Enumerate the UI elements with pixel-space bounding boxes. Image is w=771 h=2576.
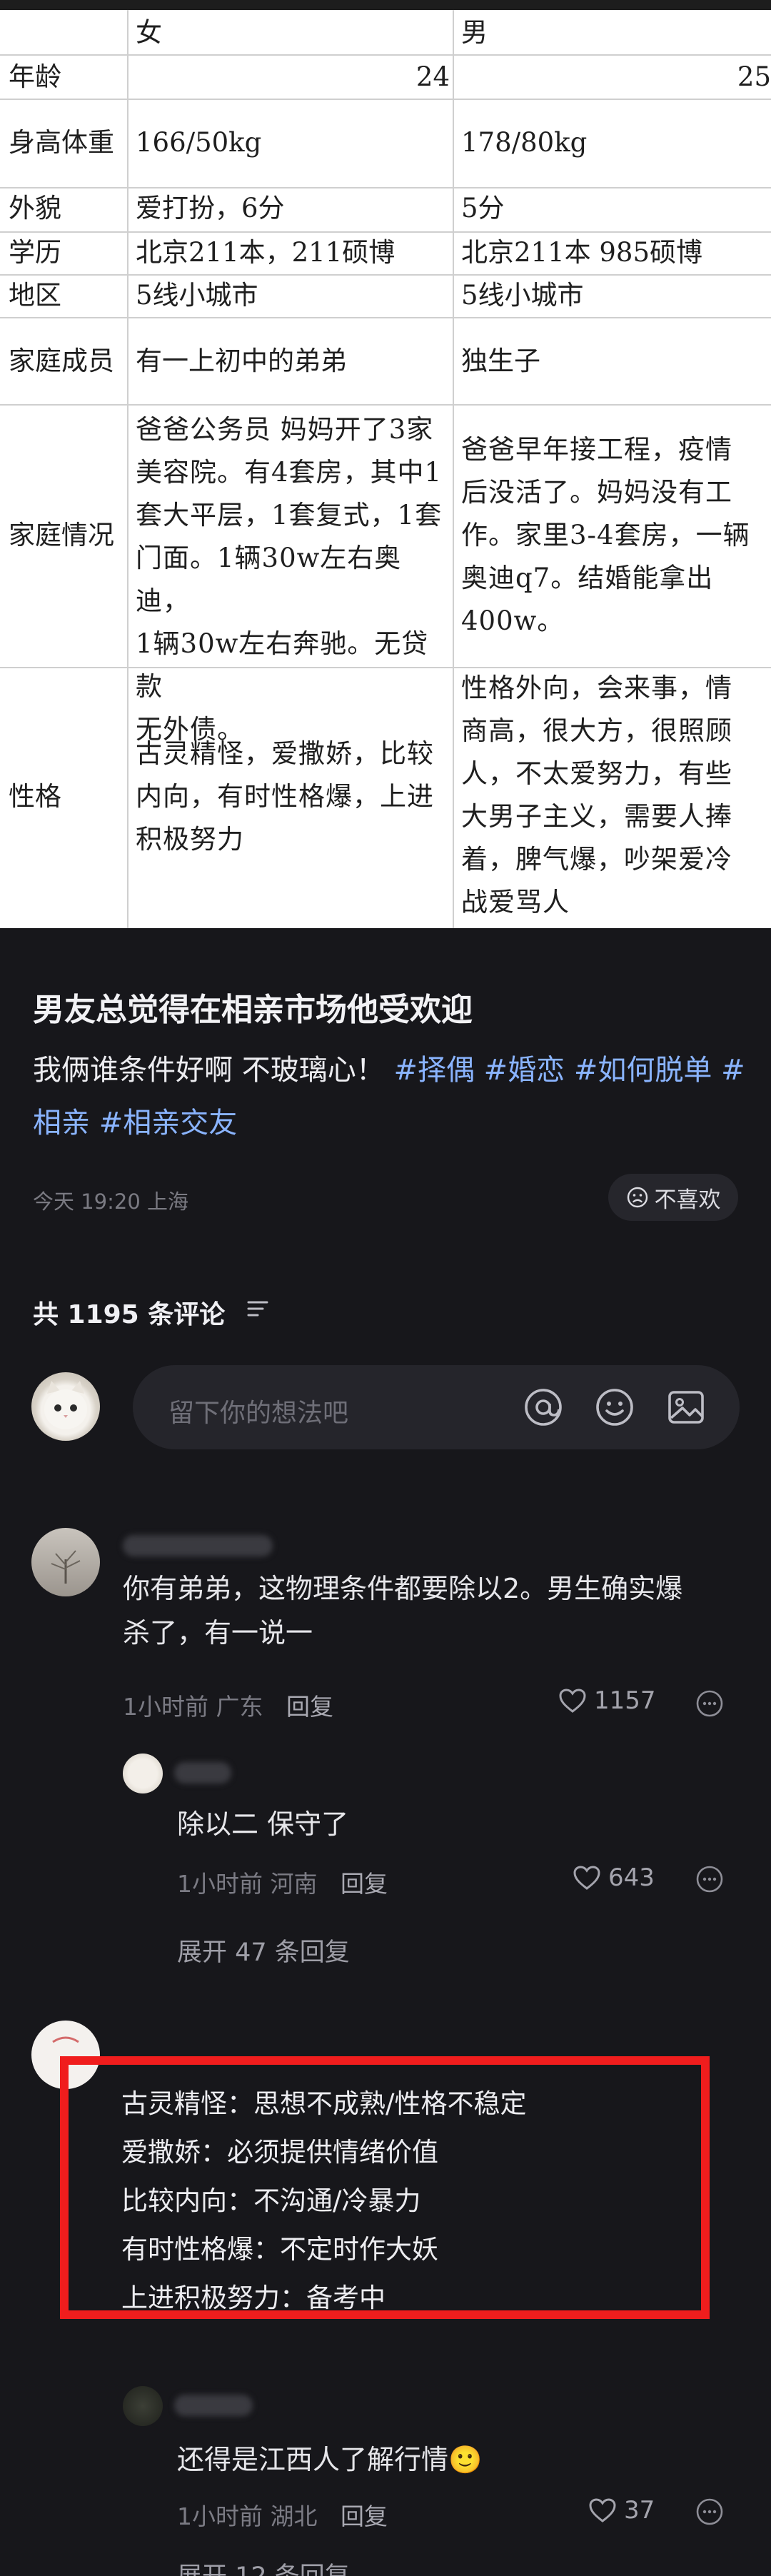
reply-meta: 1小时前 河南 回复 (177, 1870, 388, 1898)
post-title: 男友总觉得在相亲市场他受欢迎 (33, 992, 473, 1028)
table-header-female: 女 (136, 17, 162, 48)
more-options-icon[interactable] (695, 1689, 724, 1718)
row-label-personality: 性格 (9, 781, 61, 812)
more-options-icon[interactable] (695, 2497, 724, 2526)
like-button[interactable]: 1157 (558, 1686, 656, 1715)
sort-icon[interactable] (246, 1297, 270, 1321)
reply-text: 除以二 保守了 (177, 1808, 349, 1840)
cell-looks-male: 5分 (461, 193, 505, 223)
cell-height-weight-male: 178/80kg (461, 127, 588, 158)
sad-face-icon (627, 1187, 647, 1208)
cell-region-female: 5线小城市 (136, 280, 258, 311)
post-body-text: 我俩谁条件好啊 不玻璃心！ (33, 1054, 385, 1087)
username-blurred (123, 1535, 273, 1556)
emoji-icon[interactable] (594, 1387, 635, 1428)
my-avatar[interactable] (31, 1372, 100, 1441)
comment-input-placeholder: 留下你的想法吧 (168, 1399, 349, 1428)
cell-family-members-female: 有一上初中的弟弟 (136, 346, 347, 376)
image-top-strip (0, 0, 771, 10)
table-divider (0, 404, 771, 406)
table-divider (453, 10, 454, 928)
mention-icon[interactable] (523, 1387, 564, 1428)
reply-button[interactable]: 回复 (341, 2502, 388, 2530)
like-count: 37 (624, 2496, 655, 2525)
comparison-table-image: 女 男 年龄 24 25 身高体重 166/50kg 178/80kg 外貌 爱… (0, 0, 771, 928)
cat-avatar-icon (44, 1381, 87, 1429)
hashtag[interactable]: #相亲交友 (99, 1107, 238, 1139)
like-count: 1157 (594, 1686, 656, 1715)
cell-education-female: 北京211本，211硕博 (136, 237, 395, 268)
table-header-male: 男 (461, 17, 488, 48)
cell-looks-female: 爱打扮，6分 (136, 193, 285, 223)
cell-personality-female: 古灵精怪，爱撒娇，比较 内向，有时性格爆，上进 积极努力 (136, 738, 434, 855)
emoji-sticker: 🙂 (448, 2444, 483, 2475)
row-label-family-situation: 家庭情况 (9, 520, 114, 550)
dislike-button[interactable]: 不喜欢 (608, 1174, 738, 1221)
image-icon[interactable] (665, 1387, 707, 1428)
comment-count: 共 1195 条评论 (33, 1300, 226, 1329)
reply-button[interactable]: 回复 (286, 1693, 333, 1721)
cell-family-situation-male: 爸爸早年接工程，疫情 后没活了。妈妈没有工 作。家里3-4套房，一辆 奥迪q7。… (461, 434, 750, 636)
expand-replies-button[interactable]: 展开 12 条回复 (177, 2556, 350, 2576)
table-divider (0, 54, 771, 56)
hashtag[interactable]: #择偶 (393, 1054, 475, 1087)
replier-avatar[interactable] (123, 2386, 163, 2426)
cell-height-weight-female: 166/50kg (136, 127, 262, 158)
row-label-looks: 外貌 (9, 193, 61, 223)
replier-avatar[interactable] (123, 1754, 163, 1793)
hashtag[interactable]: #婚恋 (484, 1054, 565, 1087)
comment-meta: 1小时前 广东 回复 (123, 1693, 333, 1721)
reply-text: 还得是江西人了解行情🙂 (177, 2444, 483, 2475)
hashtag[interactable]: #如何脱单 (574, 1054, 712, 1087)
tree-avatar-icon (51, 1550, 81, 1584)
post-meta: 今天 19:20 上海 (33, 1189, 189, 1214)
highlight-box (60, 2056, 710, 2319)
row-label-education: 学历 (9, 237, 61, 268)
cell-personality-male: 性格外向，会来事，情 商高，很大方，很照顾 人，不太爱努力，有些 大男子主义，需… (461, 673, 732, 917)
post-body: 我俩谁条件好啊 不玻璃心！ #择偶 #婚恋 #如何脱单 #相亲 #相亲交友 (33, 1044, 747, 1149)
comment-input[interactable]: 留下你的想法吧 (133, 1365, 740, 1449)
cell-family-members-male: 独生子 (461, 346, 540, 376)
table-divider (0, 99, 771, 100)
heart-icon (559, 1689, 586, 1713)
heart-icon (573, 1866, 600, 1890)
dislike-label: 不喜欢 (654, 1187, 721, 1213)
commenter-avatar[interactable] (31, 1528, 100, 1596)
row-label-family-members: 家庭成员 (9, 346, 114, 376)
reply-button[interactable]: 回复 (341, 1870, 388, 1898)
cell-region-male: 5线小城市 (461, 280, 584, 311)
row-label-region: 地区 (9, 280, 61, 311)
table-divider (0, 317, 771, 318)
row-label-height-weight: 身高体重 (9, 127, 114, 158)
heart-icon (589, 2498, 616, 2522)
cell-family-situation-female: 爸爸公务员 妈妈开了3家 美容院。有4套房，其中1 套大平层，1套复式，1套 门… (136, 414, 443, 745)
username-blurred (174, 2395, 253, 2416)
like-button[interactable]: 37 (588, 2496, 655, 2525)
cell-education-male: 北京211本 985硕博 (461, 237, 703, 268)
username-blurred (174, 1762, 231, 1783)
expand-replies-button[interactable]: 展开 47 条回复 (177, 1932, 350, 1968)
like-count: 643 (608, 1863, 655, 1892)
cell-age-male: 25 (737, 61, 771, 92)
like-button[interactable]: 643 (573, 1863, 655, 1892)
cell-age-female: 24 (415, 61, 450, 92)
more-options-icon[interactable] (695, 1865, 724, 1893)
comment-text: 你有弟弟，这物理条件都要除以2。男生确实爆 杀了，有一说一 (123, 1573, 683, 1649)
row-label-age: 年龄 (9, 61, 61, 92)
reply-meta: 1小时前 湖北 回复 (177, 2502, 388, 2530)
